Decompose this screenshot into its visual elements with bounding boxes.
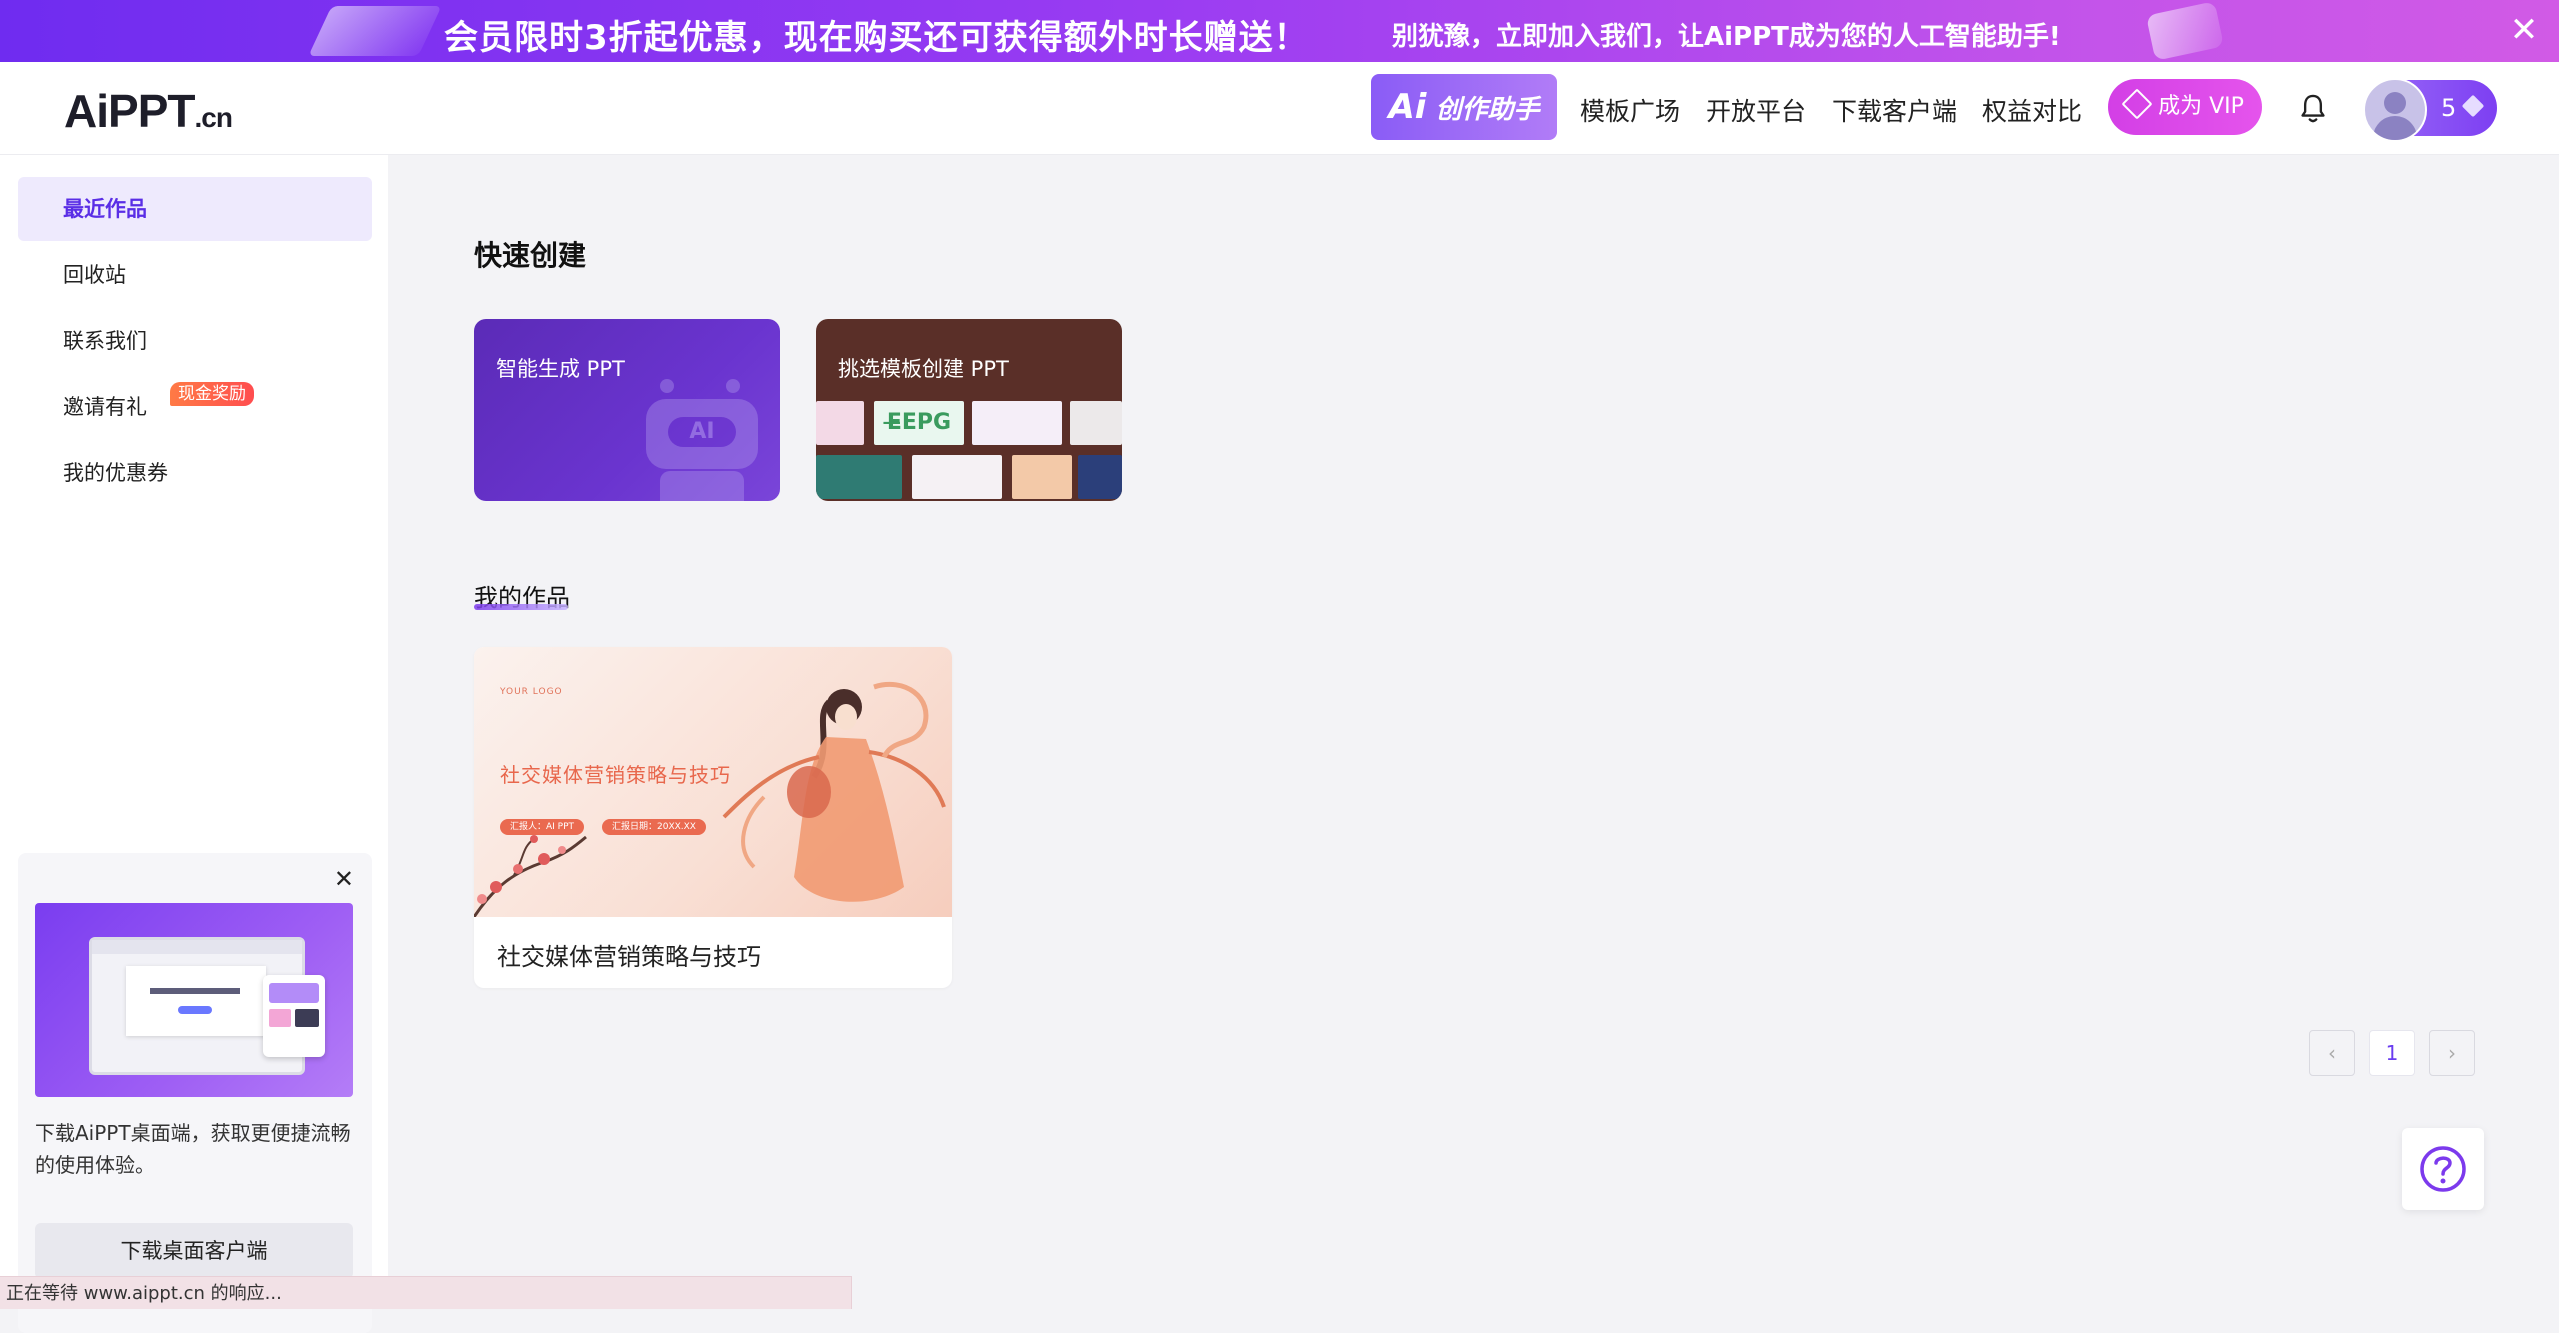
download-desktop-client-button[interactable]: 下载桌面客户端: [35, 1223, 353, 1279]
bell-icon[interactable]: [2297, 92, 2329, 126]
vip-button-label: 成为 VIP: [2158, 94, 2244, 119]
pagination-page-1[interactable]: 1: [2369, 1030, 2415, 1076]
banner-decoration: [308, 6, 442, 56]
template-thumbnails: E̶EPG: [816, 401, 1122, 501]
work-cover-thumbnail: YOUR LOGO 社交媒体营销策略与技巧 汇报人：AI PPT 汇报日期：20…: [474, 647, 952, 917]
tab-underline: [474, 604, 568, 610]
banner-close-icon[interactable]: ✕: [2507, 13, 2541, 48]
sidebar-item-label: 联系我们: [63, 329, 147, 353]
banner-decoration: [2145, 1, 2225, 61]
logo-text: A: [64, 85, 97, 137]
banner-subline: 别犹豫，立即加入我们，让AiPPT成为您的人工智能助手!: [1392, 22, 2061, 52]
become-vip-button[interactable]: 成为 VIP: [2108, 79, 2262, 135]
sidebar-item-label: 我的优惠券: [63, 461, 168, 485]
sidebar-item-contact-us[interactable]: 联系我们: [18, 309, 372, 373]
phone-illustration: [263, 975, 325, 1057]
work-card[interactable]: YOUR LOGO 社交媒体营销策略与技巧 汇报人：AI PPT 汇报日期：20…: [474, 647, 952, 988]
ai-helper-ai: Ai: [1388, 87, 1427, 127]
sidebar-item-label: 回收站: [63, 263, 126, 287]
sidebar-item-label: 邀请有礼: [63, 395, 147, 419]
desktop-app-illustration: [35, 903, 353, 1097]
logo[interactable]: AiPPT.cn: [64, 84, 233, 138]
pagination-prev-button[interactable]: ‹: [2309, 1030, 2355, 1076]
question-icon: [2420, 1146, 2466, 1192]
top-header: AiPPT.cn Ai 创作助手 模板广场 开放平台 下载客户端 权益对比 成为…: [0, 62, 2559, 155]
card-label: 挑选模板创建 PPT: [838, 357, 1009, 381]
pagination-next-button[interactable]: ›: [2429, 1030, 2475, 1076]
sidebar-item-recycle-bin[interactable]: 回收站: [18, 243, 372, 307]
sidebar-item-label: 最近作品: [63, 197, 147, 221]
user-menu[interactable]: 5: [2363, 78, 2497, 142]
template-create-ppt-card[interactable]: 挑选模板创建 PPT E̶EPG: [816, 319, 1122, 501]
sidebar: 最近作品 回收站 联系我们 邀请有礼 现金奖励 我的优惠券 ✕ 下载AiPPT桌…: [0, 155, 388, 1333]
gem-count: 5: [2441, 94, 2457, 122]
template-thumb-text: E̶EPG: [874, 401, 964, 445]
promo-banner[interactable]: 会员限时3折起优惠，现在购买还可获得额外时长赠送！ 别犹豫，立即加入我们，让Ai…: [0, 0, 2559, 62]
logo-text: PPT: [108, 85, 195, 137]
avatar[interactable]: [2363, 78, 2427, 142]
nav-open-platform[interactable]: 开放平台: [1706, 92, 1806, 128]
sidebar-item-coupons[interactable]: 我的优惠券: [18, 441, 372, 505]
quick-create-title: 快速创建: [474, 239, 587, 272]
diamond-icon: [2121, 88, 2153, 120]
close-icon[interactable]: ✕: [334, 865, 354, 893]
gem-icon: [2461, 94, 2485, 118]
avatar-head: [2384, 92, 2406, 114]
download-description: 下载AiPPT桌面端，获取更便捷流畅的使用体验。: [35, 1121, 351, 1177]
sidebar-item-invite[interactable]: 邀请有礼 现金奖励: [18, 375, 372, 439]
cash-reward-badge: 现金奖励: [170, 382, 254, 406]
nav-template-plaza[interactable]: 模板广场: [1580, 92, 1680, 128]
nav-download-client[interactable]: 下载客户端: [1832, 92, 1957, 128]
logo-text: .cn: [194, 102, 232, 133]
logo-text: i: [96, 85, 109, 137]
robot-face-text: AI: [668, 417, 736, 447]
robot-icon: AI: [642, 379, 762, 501]
ai-helper-label: 创作助手: [1435, 95, 1540, 125]
nav-benefits-compare[interactable]: 权益对比: [1982, 92, 2082, 128]
ai-generate-ppt-card[interactable]: 智能生成 PPT AI: [474, 319, 780, 501]
sidebar-item-recent-works[interactable]: 最近作品: [18, 177, 372, 241]
browser-status-bar: 正在等待 www.aippt.cn 的响应...: [0, 1276, 852, 1309]
card-label: 智能生成 PPT: [496, 357, 625, 381]
banner-headline: 会员限时3折起优惠，现在购买还可获得额外时长赠送！: [444, 18, 1309, 58]
ai-creation-assistant-button[interactable]: Ai 创作助手: [1371, 74, 1557, 140]
desktop-download-card: ✕ 下载AiPPT桌面端，获取更便捷流畅的使用体验。 下载桌面客户端: [18, 853, 372, 1333]
help-button[interactable]: [2402, 1128, 2484, 1210]
avatar-body: [2373, 116, 2417, 140]
fairy-illustration: [474, 681, 946, 917]
work-title: 社交媒体营销策略与技巧: [497, 943, 761, 971]
